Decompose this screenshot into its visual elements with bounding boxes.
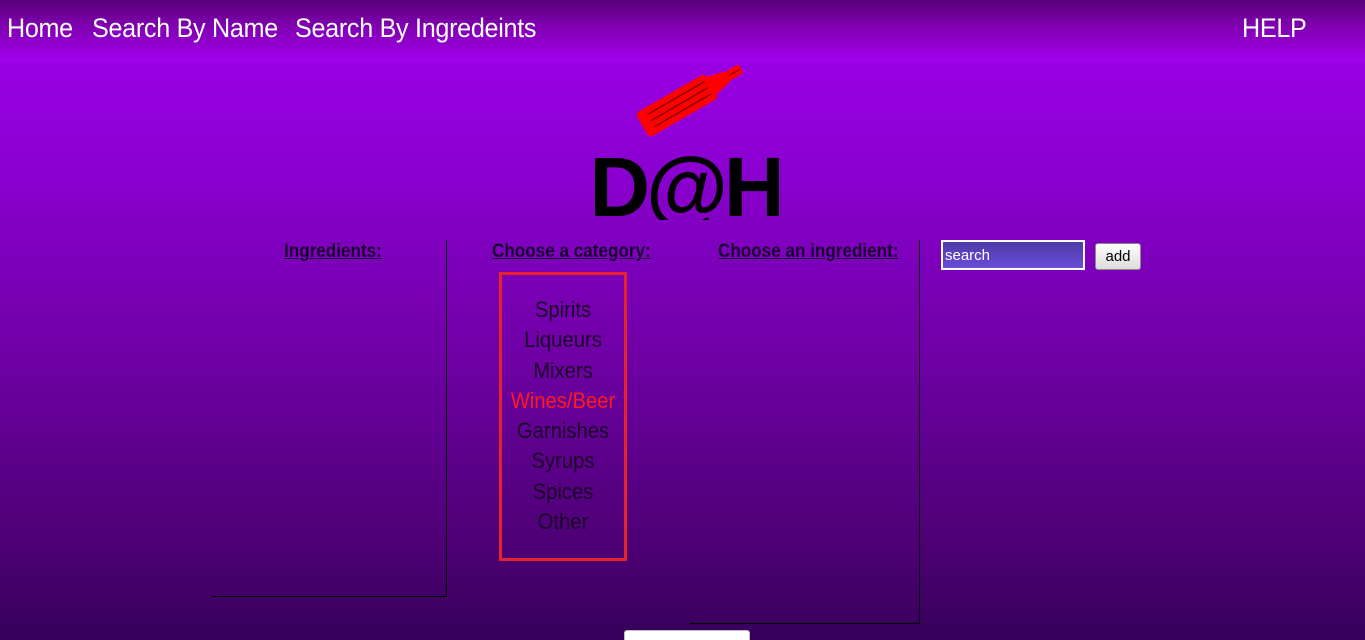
nav-home-link[interactable]: Home: [7, 13, 73, 44]
nav-search-by-name-link[interactable]: Search By Name: [92, 13, 278, 44]
nav-help-link[interactable]: HELP: [1242, 13, 1307, 44]
ingredients-column-bottom-border: [212, 596, 447, 597]
category-list: Spirits Liqueurs Mixers Wines/Beer Garni…: [499, 272, 627, 561]
category-spices[interactable]: Spices: [507, 477, 619, 507]
category-header: Choose a category:: [492, 241, 651, 262]
add-button[interactable]: add: [1095, 243, 1141, 270]
logo-text: D@H: [589, 140, 780, 220]
category-spirits[interactable]: Spirits: [507, 295, 619, 325]
category-garnishes[interactable]: Garnishes: [507, 416, 619, 446]
ingredient-column-bottom-border: [690, 623, 920, 624]
category-syrups[interactable]: Syrups: [507, 446, 619, 476]
category-mixers[interactable]: Mixers: [507, 356, 619, 386]
site-logo[interactable]: D@H: [585, 60, 785, 234]
ingredient-choice-header: Choose an ingredient:: [718, 241, 899, 262]
ingredients-header: Ingredients:: [284, 241, 382, 262]
nav-search-by-ingredients-link[interactable]: Search By Ingredeints: [295, 13, 536, 44]
category-liqueurs[interactable]: Liqueurs: [507, 325, 619, 355]
ingredients-column-right-border: [446, 240, 447, 597]
category-wines-beer[interactable]: Wines/Beer: [507, 386, 619, 416]
bottle-icon: D@H: [589, 65, 785, 234]
ingredient-search-input[interactable]: [941, 240, 1085, 270]
bottom-action-button[interactable]: [624, 630, 750, 640]
category-other[interactable]: Other: [507, 507, 619, 537]
ingredient-column-right-border: [919, 240, 920, 624]
